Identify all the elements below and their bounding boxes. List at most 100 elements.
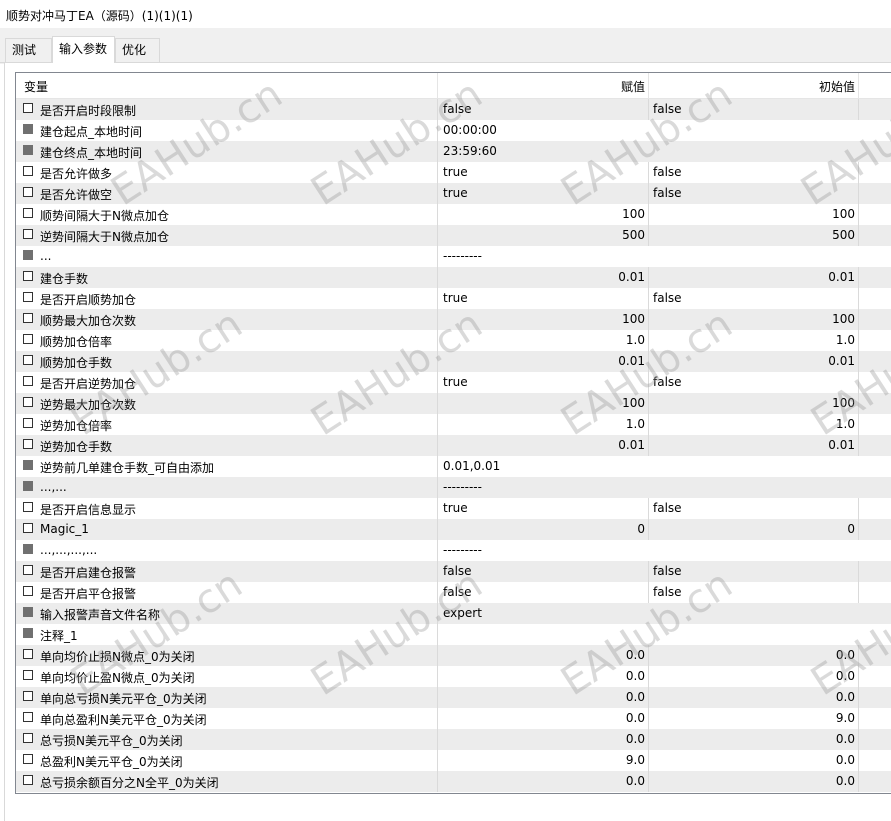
table-row[interactable]: 注释_1 bbox=[16, 624, 891, 645]
row-checkbox[interactable] bbox=[23, 481, 33, 491]
parameter-value[interactable]: true bbox=[443, 186, 468, 200]
row-checkbox[interactable] bbox=[23, 733, 33, 743]
tab-test[interactable]: 测试 bbox=[5, 38, 52, 62]
table-row[interactable]: 单向均价止损N微点_0为关闭 0.0 0.0 bbox=[16, 645, 891, 666]
row-checkbox[interactable] bbox=[23, 271, 33, 281]
parameter-value[interactable]: --------- bbox=[443, 543, 482, 557]
parameter-value[interactable]: true bbox=[443, 501, 468, 515]
parameter-value[interactable]: 0.0 bbox=[626, 711, 645, 725]
table-row[interactable]: 顺势加仓倍率 1.0 1.0 bbox=[16, 330, 891, 351]
parameter-value[interactable]: 0.01 bbox=[618, 270, 645, 284]
row-checkbox[interactable] bbox=[23, 166, 33, 176]
parameter-value[interactable]: false bbox=[443, 585, 472, 599]
row-checkbox[interactable] bbox=[23, 712, 33, 722]
row-checkbox[interactable] bbox=[23, 145, 33, 155]
row-checkbox[interactable] bbox=[23, 187, 33, 197]
row-checkbox[interactable] bbox=[23, 250, 33, 260]
parameter-value[interactable]: 0.01,0.01 bbox=[443, 459, 500, 473]
table-row[interactable]: 顺势间隔大于N微点加仓 100 100 bbox=[16, 204, 891, 225]
parameter-value[interactable]: 0.01 bbox=[618, 354, 645, 368]
row-checkbox[interactable] bbox=[23, 334, 33, 344]
table-row[interactable]: 逆势最大加仓次数 100 100 bbox=[16, 393, 891, 414]
parameter-value[interactable]: 0 bbox=[637, 522, 645, 536]
row-checkbox[interactable] bbox=[23, 544, 33, 554]
table-row[interactable]: 建仓起点_本地时间 00:00:00 bbox=[16, 120, 891, 141]
parameter-value[interactable]: 23:59:60 bbox=[443, 144, 497, 158]
parameter-value[interactable]: false bbox=[443, 102, 472, 116]
table-row[interactable]: 总亏损N美元平仓_0为关闭 0.0 0.0 bbox=[16, 729, 891, 750]
row-checkbox[interactable] bbox=[23, 649, 33, 659]
row-checkbox[interactable] bbox=[23, 775, 33, 785]
table-row[interactable]: 是否开启信息显示 true false bbox=[16, 498, 891, 519]
parameter-value[interactable]: 0.0 bbox=[626, 690, 645, 704]
table-row[interactable]: 是否开启逆势加仓 true false bbox=[16, 372, 891, 393]
row-checkbox[interactable] bbox=[23, 670, 33, 680]
parameter-value[interactable]: true bbox=[443, 291, 468, 305]
table-row[interactable]: 是否开启时段限制 false false bbox=[16, 99, 891, 120]
table-row[interactable]: 是否开启顺势加仓 true false bbox=[16, 288, 891, 309]
parameter-value[interactable]: true bbox=[443, 375, 468, 389]
parameter-value[interactable]: 0.0 bbox=[626, 669, 645, 683]
table-row[interactable]: 是否开启建仓报警 false false bbox=[16, 561, 891, 582]
tab-inputs[interactable]: 输入参数 bbox=[52, 36, 115, 63]
table-row[interactable]: 输入报警声音文件名称 expert bbox=[16, 603, 891, 624]
row-checkbox[interactable] bbox=[23, 208, 33, 218]
table-row[interactable]: 总盈利N美元平仓_0为关闭 9.0 0.0 bbox=[16, 750, 891, 771]
parameter-value[interactable]: 1.0 bbox=[626, 333, 645, 347]
column-header-value[interactable]: 赋值 bbox=[621, 78, 645, 95]
parameter-value[interactable]: 1.0 bbox=[626, 417, 645, 431]
table-row[interactable]: 单向总盈利N美元平仓_0为关闭 0.0 9.0 bbox=[16, 708, 891, 729]
tab-optimization[interactable]: 优化 bbox=[115, 38, 160, 62]
parameter-value[interactable]: 0.0 bbox=[626, 648, 645, 662]
column-divider[interactable] bbox=[858, 73, 859, 98]
table-row[interactable]: ... --------- bbox=[16, 246, 891, 267]
parameter-value[interactable]: 9.0 bbox=[626, 753, 645, 767]
row-checkbox[interactable] bbox=[23, 586, 33, 596]
row-checkbox[interactable] bbox=[23, 229, 33, 239]
table-row[interactable]: 逆势间隔大于N微点加仓 500 500 bbox=[16, 225, 891, 246]
row-checkbox[interactable] bbox=[23, 292, 33, 302]
row-checkbox[interactable] bbox=[23, 418, 33, 428]
parameter-value[interactable]: 0.0 bbox=[626, 774, 645, 788]
parameter-value[interactable]: --------- bbox=[443, 480, 482, 494]
row-checkbox[interactable] bbox=[23, 502, 33, 512]
row-checkbox[interactable] bbox=[23, 376, 33, 386]
row-checkbox[interactable] bbox=[23, 313, 33, 323]
table-row[interactable]: 逆势前几单建仓手数_可自由添加 0.01,0.01 bbox=[16, 456, 891, 477]
table-row[interactable]: 单向总亏损N美元平仓_0为关闭 0.0 0.0 bbox=[16, 687, 891, 708]
column-header-variable[interactable]: 变量 bbox=[24, 78, 48, 95]
parameter-value[interactable]: --------- bbox=[443, 249, 482, 263]
row-checkbox[interactable] bbox=[23, 628, 33, 638]
parameter-value[interactable]: 500 bbox=[622, 228, 645, 242]
table-row[interactable]: 建仓手数 0.01 0.01 bbox=[16, 267, 891, 288]
row-checkbox[interactable] bbox=[23, 439, 33, 449]
table-row[interactable]: 是否允许做多 true false bbox=[16, 162, 891, 183]
column-divider[interactable] bbox=[437, 73, 438, 98]
parameter-value[interactable]: expert bbox=[443, 606, 482, 620]
table-row[interactable]: Magic_1 0 0 bbox=[16, 519, 891, 540]
parameter-value[interactable]: 100 bbox=[622, 396, 645, 410]
row-checkbox[interactable] bbox=[23, 103, 33, 113]
table-row[interactable]: 总亏损余额百分之N全平_0为关闭 0.0 0.0 bbox=[16, 771, 891, 792]
row-checkbox[interactable] bbox=[23, 754, 33, 764]
parameter-value[interactable]: true bbox=[443, 165, 468, 179]
row-checkbox[interactable] bbox=[23, 124, 33, 134]
row-checkbox[interactable] bbox=[23, 523, 33, 533]
row-checkbox[interactable] bbox=[23, 691, 33, 701]
column-header-initial[interactable]: 初始值 bbox=[819, 78, 855, 95]
parameter-value[interactable]: 0.0 bbox=[626, 732, 645, 746]
table-row[interactable]: ...,...,...,... --------- bbox=[16, 540, 891, 561]
parameter-value[interactable]: 100 bbox=[622, 312, 645, 326]
parameter-value[interactable]: 100 bbox=[622, 207, 645, 221]
row-checkbox[interactable] bbox=[23, 355, 33, 365]
parameters-grid[interactable]: 变量 赋值 初始值 是否开启时段限制 false false 建仓起点_本地时间 00:… bbox=[15, 72, 891, 794]
table-row[interactable]: 顺势最大加仓次数 100 100 bbox=[16, 309, 891, 330]
row-checkbox[interactable] bbox=[23, 565, 33, 575]
table-row[interactable]: ...,... --------- bbox=[16, 477, 891, 498]
table-row[interactable]: 单向均价止盈N微点_0为关闭 0.0 0.0 bbox=[16, 666, 891, 687]
table-row[interactable]: 是否开启平仓报警 false false bbox=[16, 582, 891, 603]
parameter-value[interactable]: false bbox=[443, 564, 472, 578]
row-checkbox[interactable] bbox=[23, 460, 33, 470]
table-row[interactable]: 逆势加仓手数 0.01 0.01 bbox=[16, 435, 891, 456]
table-row[interactable]: 是否允许做空 true false bbox=[16, 183, 891, 204]
